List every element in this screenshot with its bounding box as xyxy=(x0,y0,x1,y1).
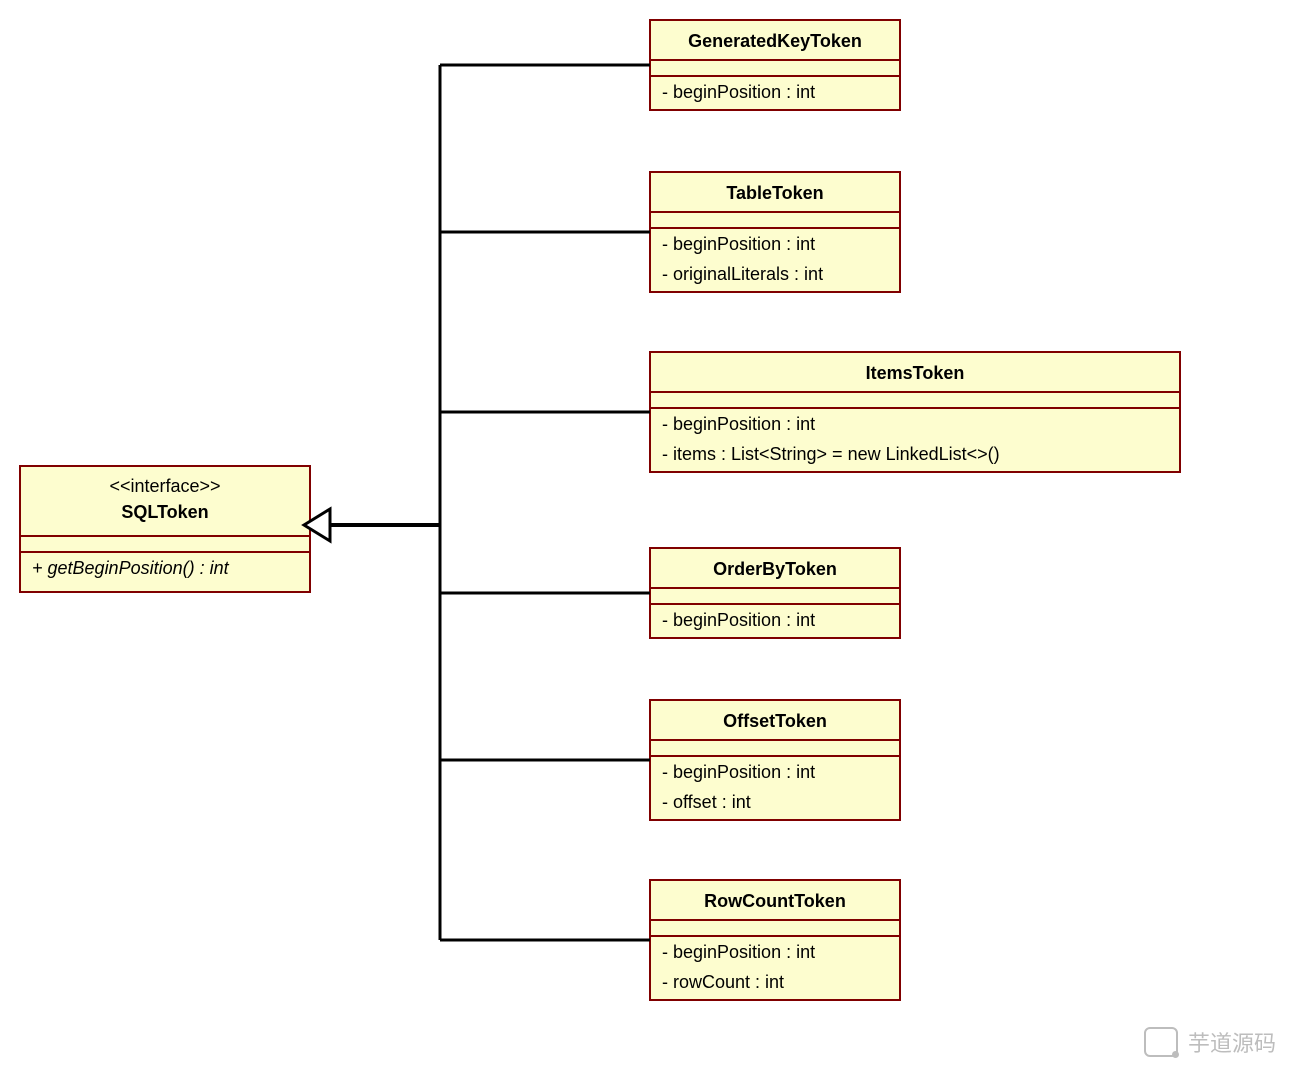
class-name: TableToken xyxy=(726,183,823,203)
wechat-icon xyxy=(1144,1027,1178,1057)
attribute: - beginPosition : int xyxy=(662,762,815,782)
class-name: RowCountToken xyxy=(704,891,846,911)
uml-diagram: <<interface>> SQLToken + getBeginPosition(… xyxy=(0,0,1296,1078)
attribute: - beginPosition : int xyxy=(662,942,815,962)
class-name: SQLToken xyxy=(121,502,208,522)
stereotype: <<interface>> xyxy=(109,476,220,496)
class-name: GeneratedKeyToken xyxy=(688,31,862,51)
class-name: OrderByToken xyxy=(713,559,837,579)
watermark-text: 芋道源码 xyxy=(1188,1026,1276,1058)
attribute: - beginPosition : int xyxy=(662,414,815,434)
operation: + getBeginPosition() : int xyxy=(32,558,230,578)
attribute: - beginPosition : int xyxy=(662,82,815,102)
attribute: - offset : int xyxy=(662,792,751,812)
class-name: ItemsToken xyxy=(866,363,965,383)
attribute: - rowCount : int xyxy=(662,972,784,992)
attribute: - beginPosition : int xyxy=(662,610,815,630)
watermark: 芋道源码 xyxy=(1144,1026,1276,1058)
attribute: - items : List<String> = new LinkedList<… xyxy=(662,444,1000,464)
class-name: OffsetToken xyxy=(723,711,827,731)
attribute: - beginPosition : int xyxy=(662,234,815,254)
attribute: - originalLiterals : int xyxy=(662,264,823,284)
